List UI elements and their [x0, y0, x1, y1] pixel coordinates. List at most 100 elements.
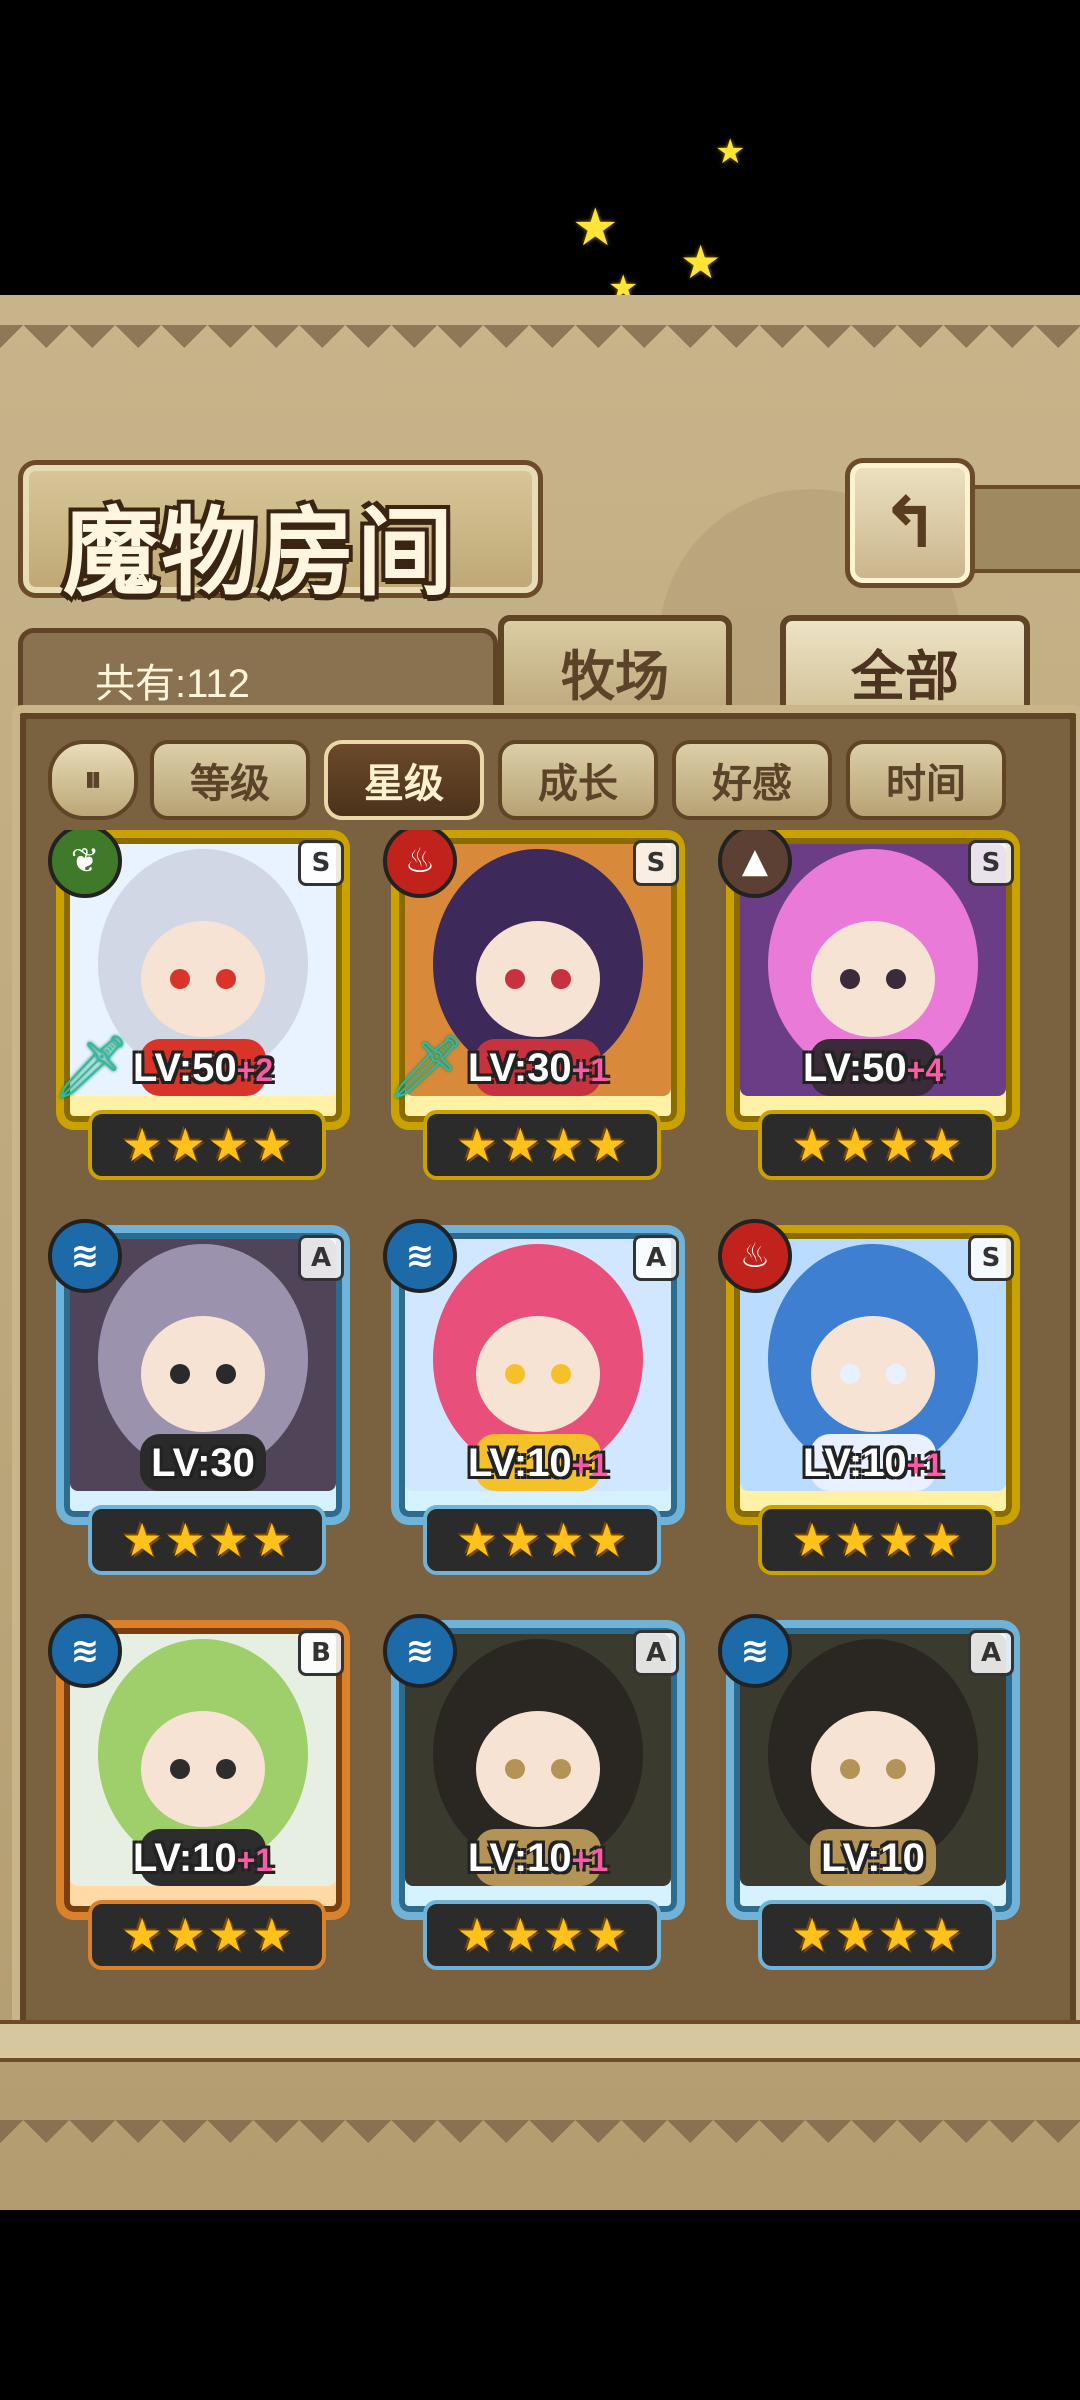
level-value: LV:10 [132, 1836, 237, 1880]
filter-label: 时间 [886, 761, 966, 807]
level-value: LV:50 [132, 1046, 237, 1090]
tab-label: 全部 [851, 644, 959, 708]
filter-level-button[interactable]: 等级 [150, 740, 310, 820]
enhance-bonus: +1 [236, 1842, 274, 1878]
filter-label: 成长 [538, 761, 618, 807]
star-icon: ★ [791, 1908, 833, 1962]
star-rating: ★ ★ ★ ★ [423, 1505, 661, 1575]
monster-grid: ❦ S 🗡 LV:50+2 ★ ★ ★ ★ ♨ S 🗡 LV:30+1 ★ ★ ★ ★ ▲ S LV:50+4 ★ ★ ★… [48, 830, 1033, 1990]
title-plate: 魔物房间 [18, 460, 543, 609]
monster-card[interactable]: ♨ S LV:10+1 ★ ★ ★ ★ [718, 1219, 1028, 1575]
filter-time-button[interactable]: 时间 [846, 740, 1006, 820]
monster-card[interactable]: ≋ A LV:10+1 ★ ★ ★ ★ [383, 1219, 693, 1575]
level-label: LV:50+2 [48, 1046, 358, 1091]
enhance-bonus: +1 [571, 1052, 609, 1088]
star-icon: ★ [715, 132, 746, 172]
star-icon: ★ [834, 1908, 876, 1962]
star-rating: ★ ★ ★ ★ [88, 1110, 326, 1180]
star-icon: ★ [586, 1118, 628, 1172]
star-icon: ★ [878, 1908, 920, 1962]
filter-growth-button[interactable]: 成长 [498, 740, 658, 820]
star-rating: ★ ★ ★ ★ [423, 1900, 661, 1970]
star-icon: ★ [791, 1118, 833, 1172]
level-value: LV:10 [821, 1836, 925, 1880]
zigzag-border [0, 325, 1080, 371]
level-label: LV:30 [48, 1441, 358, 1486]
star-rating: ★ ★ ★ ★ [758, 1900, 996, 1970]
rank-badge: A [633, 1630, 679, 1676]
star-rating: ★ ★ ★ ★ [423, 1110, 661, 1180]
water-element-icon: ≋ [383, 1614, 457, 1688]
monster-card[interactable]: ≋ A LV:10+1 ★ ★ ★ ★ [383, 1614, 693, 1970]
water-element-icon: ≋ [718, 1614, 792, 1688]
back-button[interactable]: ↰ [845, 458, 975, 588]
star-icon: ★ [921, 1513, 963, 1567]
rank-badge: S [633, 840, 679, 886]
star-icon: ★ [121, 1513, 163, 1567]
star-icon: ★ [921, 1118, 963, 1172]
star-icon: ★ [208, 1513, 250, 1567]
level-label: LV:10+1 [718, 1441, 1028, 1486]
level-value: LV:30 [467, 1046, 572, 1090]
fire-element-icon: ♨ [718, 1219, 792, 1293]
rank-badge: B [298, 1630, 344, 1676]
sort-order-toggle[interactable]: ⏸ [48, 740, 138, 820]
star-icon: ★ [208, 1908, 250, 1962]
monster-card[interactable]: ≋ B LV:10+1 ★ ★ ★ ★ [48, 1614, 358, 1970]
pause-icon: ⏸ [84, 759, 102, 800]
star-icon: ★ [164, 1118, 206, 1172]
back-arrow-icon: ↰ [880, 482, 940, 564]
enhance-bonus: +4 [906, 1052, 944, 1088]
star-icon: ★ [164, 1908, 206, 1962]
monster-card[interactable]: ♨ S 🗡 LV:30+1 ★ ★ ★ ★ [383, 830, 693, 1180]
enhance-bonus: +2 [236, 1052, 274, 1088]
star-icon: ★ [878, 1513, 920, 1567]
star-icon: ★ [121, 1908, 163, 1962]
rank-badge: A [968, 1630, 1014, 1676]
monster-card[interactable]: ❦ S 🗡 LV:50+2 ★ ★ ★ ★ [48, 830, 358, 1180]
star-icon: ★ [251, 1118, 293, 1172]
level-label: LV:30+1 [383, 1046, 693, 1091]
star-icon: ★ [499, 1513, 541, 1567]
rank-badge: S [968, 1235, 1014, 1281]
star-icon: ★ [543, 1908, 585, 1962]
rank-badge: S [298, 840, 344, 886]
star-icon: ★ [499, 1908, 541, 1962]
level-label: LV:10 [718, 1836, 1028, 1881]
star-icon: ★ [208, 1118, 250, 1172]
filter-star-button[interactable]: 星级 [324, 740, 484, 820]
star-icon: ★ [456, 1513, 498, 1567]
star-icon: ★ [121, 1118, 163, 1172]
level-value: LV:10 [467, 1441, 572, 1485]
filter-affection-button[interactable]: 好感 [672, 740, 832, 820]
star-icon: ★ [834, 1513, 876, 1567]
monster-card[interactable]: ≋ A LV:10 ★ ★ ★ ★ [718, 1614, 1028, 1970]
filter-label: 等级 [190, 761, 270, 807]
star-rating: ★ ★ ★ ★ [758, 1110, 996, 1180]
star-icon: ★ [680, 235, 722, 289]
tab-label: 牧场 [561, 644, 669, 708]
level-value: LV:30 [151, 1441, 255, 1485]
star-icon: ★ [543, 1118, 585, 1172]
level-label: LV:10+1 [48, 1836, 358, 1881]
rank-badge: A [298, 1235, 344, 1281]
star-icon: ★ [921, 1908, 963, 1962]
panel-bottom-rail [0, 2020, 1080, 2062]
star-icon: ★ [834, 1118, 876, 1172]
water-element-icon: ≋ [48, 1614, 122, 1688]
level-value: LV:10 [802, 1441, 907, 1485]
filter-row: ⏸ 等级 星级 成长 好感 时间 [48, 740, 1048, 820]
monster-card[interactable]: ▲ S LV:50+4 ★ ★ ★ ★ [718, 830, 1028, 1180]
filter-label: 星级 [364, 761, 444, 807]
level-label: LV:10+1 [383, 1441, 693, 1486]
star-icon: ★ [791, 1513, 833, 1567]
enhance-bonus: +1 [571, 1842, 609, 1878]
page-title: 魔物房间 [63, 496, 455, 609]
star-icon: ★ [251, 1513, 293, 1567]
star-rating: ★ ★ ★ ★ [758, 1505, 996, 1575]
monster-card[interactable]: ≋ A LV:30 ★ ★ ★ ★ [48, 1219, 358, 1575]
enhance-bonus: +1 [906, 1447, 944, 1483]
level-value: LV:50 [802, 1046, 907, 1090]
back-rail [960, 485, 1080, 573]
enhance-bonus: +1 [571, 1447, 609, 1483]
